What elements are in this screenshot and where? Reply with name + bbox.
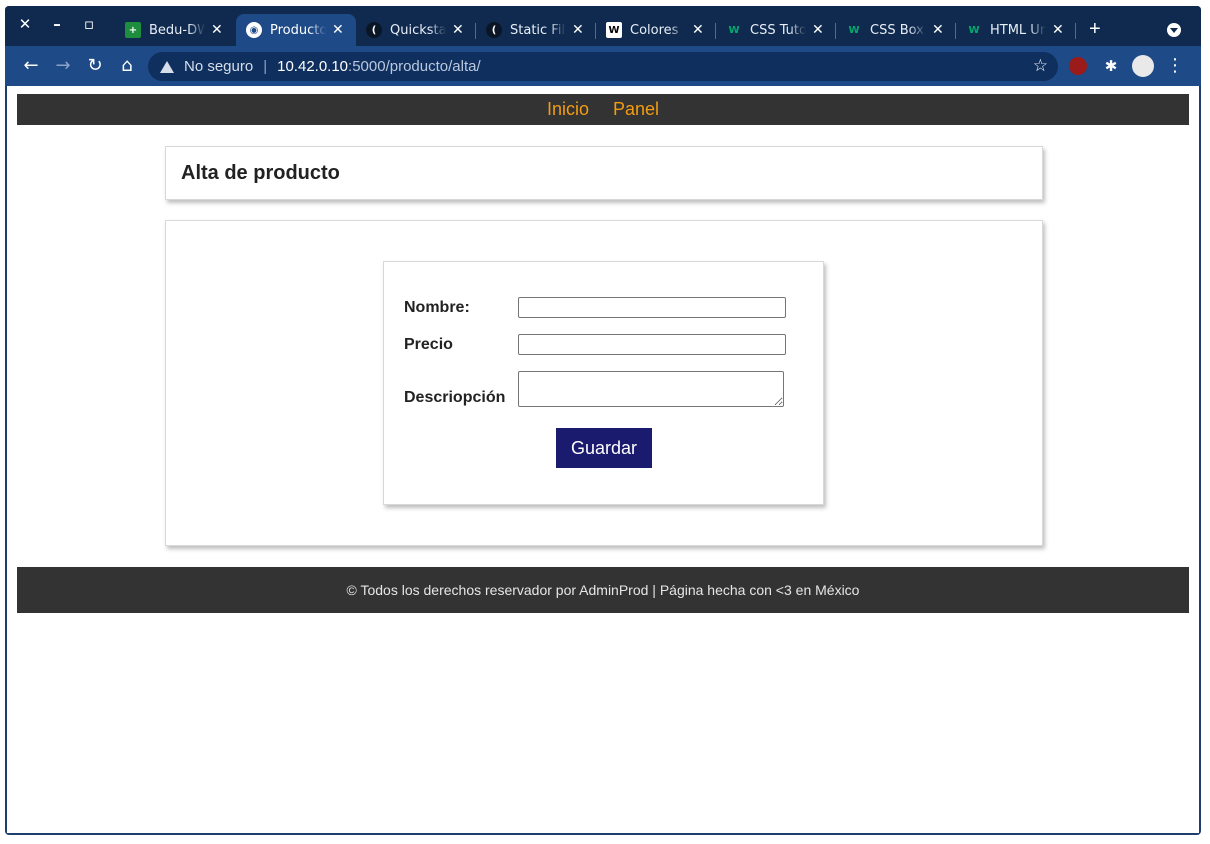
- flask-icon: (: [486, 22, 502, 38]
- tab-quickstart[interactable]: ( Quickstart ✕: [356, 14, 476, 46]
- new-tab-icon[interactable]: +: [1089, 19, 1101, 39]
- forward-icon[interactable]: →: [53, 56, 73, 76]
- descripcion-textarea[interactable]: [518, 371, 784, 407]
- tab-html-un[interactable]: W HTML Un ✕: [956, 14, 1076, 46]
- w-icon: W: [606, 22, 622, 38]
- w3-icon: W: [968, 24, 980, 36]
- tab-static-files[interactable]: ( Static Files ✕: [476, 14, 596, 46]
- tab-colores[interactable]: W Colores ✕: [596, 14, 716, 46]
- precio-input[interactable]: [518, 334, 786, 355]
- title-card: Alta de producto: [165, 146, 1043, 200]
- globe-icon: ◉: [246, 22, 262, 38]
- page-viewport: Inicio Panel Alta de producto Nombre: Pr…: [7, 86, 1199, 833]
- maximize-window-icon[interactable]: ▫: [79, 14, 99, 34]
- nav-link-inicio[interactable]: Inicio: [547, 99, 589, 120]
- address-bar[interactable]: No seguro | 10.42.0.10 :5000/producto/al…: [148, 52, 1058, 81]
- flask-icon: (: [366, 22, 382, 38]
- product-form: Nombre: Precio Descriopción Guardar: [383, 261, 824, 505]
- tab-search-icon[interactable]: [1167, 23, 1181, 37]
- tab-label: Static Files: [510, 22, 566, 38]
- close-tab-icon[interactable]: ✕: [211, 22, 223, 38]
- close-tab-icon[interactable]: ✕: [932, 22, 944, 38]
- browser-toolbar: ← → ↻ ⌂ No seguro | 10.42.0.10 :5000/pro…: [5, 46, 1201, 86]
- tab-label: Quickstart: [390, 22, 446, 38]
- ublock-icon[interactable]: [1069, 57, 1087, 75]
- menu-dots-icon[interactable]: ⋮: [1165, 56, 1185, 76]
- tab-css-tutorial[interactable]: W CSS Tutorial ✕: [716, 14, 836, 46]
- close-tab-icon[interactable]: ✕: [572, 22, 584, 38]
- tab-label: Producto: [270, 22, 326, 38]
- footer-text: © Todos los derechos reservador por Admi…: [346, 582, 860, 598]
- nombre-input[interactable]: [518, 297, 786, 318]
- browser-window: ✕ – ▫ + Bedu-DW ✕ ◉ Producto ✕ ( Quickst…: [5, 6, 1201, 835]
- w3-icon: W: [728, 24, 740, 36]
- extensions-puzzle-icon[interactable]: ✱: [1101, 56, 1121, 76]
- tab-label: HTML Un: [990, 22, 1046, 38]
- tab-css-box[interactable]: W CSS Box ✕: [836, 14, 956, 46]
- close-tab-icon[interactable]: ✕: [812, 22, 824, 38]
- page-title: Alta de producto: [181, 162, 340, 184]
- close-tab-icon[interactable]: ✕: [1052, 22, 1064, 38]
- sheets-icon: +: [125, 22, 141, 38]
- nav-link-panel[interactable]: Panel: [613, 99, 659, 120]
- nombre-label: Nombre:: [404, 298, 470, 316]
- url-host: 10.42.0.10: [277, 58, 349, 75]
- descripcion-label: Descriopción: [404, 389, 506, 406]
- avatar[interactable]: [1132, 55, 1154, 77]
- form-row-nombre: Nombre:: [404, 297, 786, 318]
- bookmark-star-icon[interactable]: ☆: [1033, 56, 1048, 76]
- form-row-descripcion: Descriopción: [404, 371, 784, 407]
- site-footer: © Todos los derechos reservador por Admi…: [17, 567, 1189, 613]
- tab-label: Colores: [630, 22, 679, 38]
- security-label: No seguro: [184, 58, 254, 75]
- close-tab-icon[interactable]: ✕: [332, 22, 344, 38]
- tab-bedu-dw[interactable]: + Bedu-DW ✕: [115, 14, 235, 46]
- save-button[interactable]: Guardar: [556, 428, 652, 468]
- close-tab-icon[interactable]: ✕: [692, 22, 704, 38]
- warning-icon: [160, 60, 174, 73]
- w3-icon: W: [848, 24, 860, 36]
- tab-label: CSS Box: [870, 22, 924, 38]
- reload-icon[interactable]: ↻: [85, 56, 105, 76]
- main-card: Nombre: Precio Descriopción Guardar: [165, 220, 1043, 546]
- precio-label: Precio: [404, 335, 453, 353]
- close-tab-icon[interactable]: ✕: [452, 22, 464, 38]
- tab-label: Bedu-DW: [149, 22, 205, 38]
- back-icon[interactable]: ←: [21, 56, 41, 76]
- close-window-icon[interactable]: ✕: [15, 14, 35, 34]
- minimize-window-icon[interactable]: –: [47, 14, 67, 34]
- tab-producto[interactable]: ◉ Producto ✕: [236, 14, 356, 46]
- url-path: :5000/producto/alta/: [348, 58, 481, 75]
- tab-strip: ✕ – ▫ + Bedu-DW ✕ ◉ Producto ✕ ( Quickst…: [5, 6, 1201, 46]
- omnibox-separator: |: [263, 58, 268, 75]
- tab-label: CSS Tutorial: [750, 22, 806, 38]
- home-icon[interactable]: ⌂: [117, 56, 137, 76]
- tab-separator: [1075, 23, 1076, 39]
- site-navbar: Inicio Panel: [17, 94, 1189, 125]
- form-row-precio: Precio: [404, 334, 786, 355]
